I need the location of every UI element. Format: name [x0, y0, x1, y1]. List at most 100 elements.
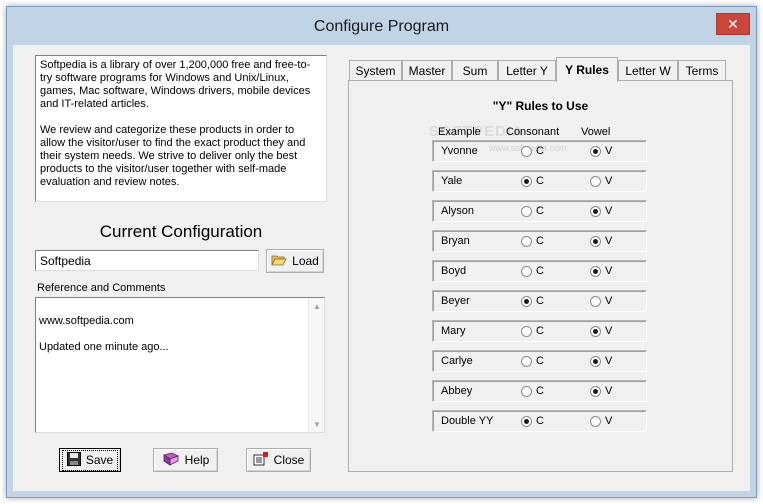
- window-close-button[interactable]: ✕: [716, 13, 750, 35]
- load-button[interactable]: Load: [266, 249, 324, 273]
- reference-scrollbar[interactable]: ▲ ▼: [308, 298, 324, 432]
- rule-row: Double YY C V: [432, 410, 647, 432]
- vowel-column-header: Vowel: [581, 126, 611, 138]
- radio-circle-icon: [590, 235, 601, 247]
- radio-circle-icon: [590, 415, 601, 427]
- configuration-name-input[interactable]: [35, 250, 259, 271]
- vowel-radio[interactable]: V: [590, 235, 612, 247]
- consonant-radio-label: C: [536, 235, 544, 247]
- tab-letter-w[interactable]: Letter W: [618, 60, 678, 81]
- y-rules-panel: SOFTPEDIA www.softpedia.com "Y" Rules to…: [348, 80, 733, 472]
- consonant-radio[interactable]: C: [521, 295, 544, 307]
- radio-circle-icon: [521, 355, 532, 367]
- rule-example-name: Abbey: [441, 385, 473, 397]
- rule-example-name: Yale: [441, 175, 463, 187]
- tab-sum[interactable]: Sum: [452, 60, 498, 81]
- consonant-radio[interactable]: C: [521, 385, 544, 397]
- tab-y-rules[interactable]: Y Rules: [556, 57, 618, 82]
- vowel-radio-label: V: [605, 415, 613, 427]
- vowel-radio-label: V: [605, 235, 613, 247]
- vowel-radio[interactable]: V: [590, 175, 612, 187]
- radio-circle-icon: [521, 385, 532, 397]
- vowel-radio[interactable]: V: [590, 415, 612, 427]
- radio-circle-icon: [590, 265, 601, 277]
- consonant-radio-label: C: [536, 325, 544, 337]
- radio-circle-icon: [590, 145, 601, 157]
- scroll-up-arrow-icon[interactable]: ▲: [309, 298, 325, 314]
- reference-comments-label: Reference and Comments: [37, 282, 166, 294]
- vowel-radio[interactable]: V: [590, 325, 612, 337]
- radio-circle-icon: [521, 265, 532, 277]
- close-button[interactable]: Close: [246, 448, 311, 472]
- consonant-radio[interactable]: C: [521, 265, 544, 277]
- rule-example-name: Bryan: [441, 235, 470, 247]
- consonant-radio[interactable]: C: [521, 355, 544, 367]
- consonant-radio-label: C: [536, 175, 544, 187]
- help-button[interactable]: Help: [153, 448, 218, 472]
- title-bar[interactable]: Configure Program ✕: [7, 7, 756, 45]
- help-button-label: Help: [184, 453, 210, 467]
- tab-system[interactable]: System: [349, 60, 402, 81]
- rule-example-name: Double YY: [441, 415, 494, 427]
- scroll-down-arrow-icon[interactable]: ▼: [309, 416, 325, 432]
- reference-comments-textarea[interactable]: www.softpedia.com Updated one minute ago…: [35, 297, 325, 433]
- window-title: Configure Program: [313, 18, 450, 35]
- tab-terms[interactable]: Terms: [678, 60, 726, 81]
- load-button-label: Load: [292, 254, 319, 268]
- radio-circle-icon: [521, 175, 532, 187]
- close-button-label: Close: [273, 453, 305, 467]
- save-button[interactable]: Save: [59, 448, 121, 472]
- reference-line-1: www.softpedia.com: [39, 315, 134, 327]
- consonant-radio-label: C: [536, 265, 544, 277]
- vowel-radio-label: V: [605, 385, 613, 397]
- description-textbox[interactable]: Softpedia is a library of over 1,200,000…: [35, 55, 327, 202]
- consonant-radio[interactable]: C: [521, 415, 544, 427]
- vowel-radio[interactable]: V: [590, 355, 612, 367]
- rule-example-name: Carlye: [441, 355, 473, 367]
- save-button-label: Save: [85, 453, 114, 467]
- description-paragraph-2: We review and categorize these products …: [40, 124, 306, 188]
- rule-row: Bryan C V: [432, 230, 647, 252]
- rule-row: Yvonne C V: [432, 140, 647, 162]
- radio-circle-icon: [521, 235, 532, 247]
- reference-line-2: Updated one minute ago...: [39, 341, 169, 353]
- vowel-radio-label: V: [605, 325, 613, 337]
- radio-circle-icon: [590, 325, 601, 337]
- consonant-radio[interactable]: C: [521, 145, 544, 157]
- consonant-radio[interactable]: C: [521, 205, 544, 217]
- vowel-radio-label: V: [605, 265, 613, 277]
- floppy-disk-icon: [66, 451, 81, 469]
- example-column-header: Example: [438, 126, 481, 138]
- consonant-radio[interactable]: C: [521, 175, 544, 187]
- consonant-radio-label: C: [536, 205, 544, 217]
- vowel-radio[interactable]: V: [590, 205, 612, 217]
- rule-row: Boyd C V: [432, 260, 647, 282]
- consonant-radio[interactable]: C: [521, 325, 544, 337]
- vowel-radio[interactable]: V: [590, 145, 612, 157]
- radio-circle-icon: [590, 295, 601, 307]
- rule-row: Beyer C V: [432, 290, 647, 312]
- radio-circle-icon: [590, 385, 601, 397]
- current-configuration-heading: Current Configuration: [99, 222, 263, 241]
- radio-circle-icon: [521, 325, 532, 337]
- radio-circle-icon: [521, 145, 532, 157]
- client-area: Softpedia is a library of over 1,200,000…: [13, 45, 750, 491]
- rule-example-name: Beyer: [441, 295, 470, 307]
- consonant-radio[interactable]: C: [521, 235, 544, 247]
- rule-row: Mary C V: [432, 320, 647, 342]
- tab-master[interactable]: Master: [402, 60, 452, 81]
- rule-example-name: Mary: [441, 325, 466, 337]
- vowel-radio-label: V: [605, 355, 613, 367]
- rule-row: Yale C V: [432, 170, 647, 192]
- rule-example-name: Yvonne: [441, 145, 478, 157]
- help-book-icon: [162, 452, 180, 469]
- vowel-radio[interactable]: V: [590, 265, 612, 277]
- description-paragraph-1: Softpedia is a library of over 1,200,000…: [40, 59, 311, 110]
- vowel-radio[interactable]: V: [590, 385, 612, 397]
- consonant-radio-label: C: [536, 145, 544, 157]
- consonant-column-header: Consonant: [506, 126, 560, 138]
- tab-letter-y[interactable]: Letter Y: [498, 60, 556, 81]
- radio-circle-icon: [590, 175, 601, 187]
- vowel-radio[interactable]: V: [590, 295, 612, 307]
- radio-circle-icon: [521, 295, 532, 307]
